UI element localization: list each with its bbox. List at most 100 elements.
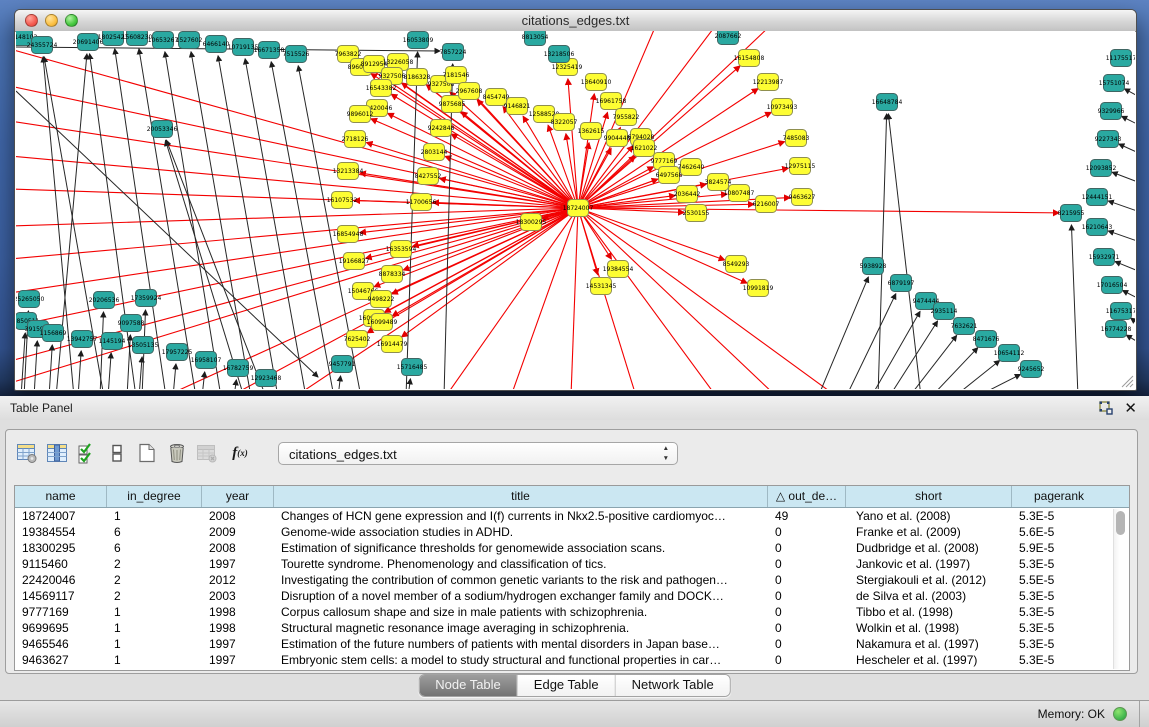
table-row[interactable]: 969969511998Structural magnetic resonanc… xyxy=(15,620,1129,636)
graph-node[interactable]: 8322057 xyxy=(551,114,578,131)
graph-node[interactable]: 16648784 xyxy=(872,94,903,111)
graph-node[interactable]: 9146821 xyxy=(504,98,531,115)
tab-network-table[interactable]: Network Table xyxy=(616,675,730,696)
graph-node[interactable]: 12213987 xyxy=(753,74,784,91)
graph-node[interactable]: 8813054 xyxy=(522,31,549,46)
close-panel-icon[interactable]: ✕ xyxy=(1124,397,1137,421)
graph-node[interactable]: 15716485 xyxy=(397,359,428,376)
graph-node[interactable]: 2036442 xyxy=(674,186,701,203)
graph-node[interactable]: 16210643 xyxy=(1082,219,1113,236)
minimize-window-button[interactable] xyxy=(45,14,58,27)
graph-node[interactable]: 2718126 xyxy=(342,131,369,148)
graph-node[interactable]: 15932971 xyxy=(1089,249,1120,266)
graph-node[interactable]: 1145194 xyxy=(99,333,126,350)
function-builder-button[interactable]: f(x) xyxy=(226,441,254,465)
column-header-title[interactable]: title xyxy=(274,486,768,507)
graph-node[interactable]: 10654112 xyxy=(994,345,1025,362)
graph-node[interactable]: 1156869 xyxy=(40,325,67,342)
graph-node[interactable]: 10991819 xyxy=(743,280,774,297)
window-resize-grip[interactable] xyxy=(1122,376,1133,387)
table-row[interactable]: 946554611997Estimation of the future num… xyxy=(15,636,1129,652)
table-settings-button[interactable] xyxy=(16,441,38,465)
graph-node[interactable]: 9498222 xyxy=(368,291,395,308)
table-row[interactable]: 1872400712008Changes of HCN gene express… xyxy=(15,508,1129,524)
graph-node[interactable]: 7515526 xyxy=(283,46,310,63)
graph-node[interactable]: 7485083 xyxy=(783,130,810,147)
graph-node[interactable]: 12093852 xyxy=(1086,160,1117,177)
graph-node[interactable]: 16107532 xyxy=(327,192,358,209)
graph-node[interactable]: 20053346 xyxy=(147,121,178,138)
graph-node[interactable]: 9457791 xyxy=(329,356,356,373)
graph-node[interactable]: 1621022 xyxy=(631,140,658,157)
graph-node[interactable]: 8186328 xyxy=(404,69,431,86)
close-window-button[interactable] xyxy=(25,14,38,27)
zoom-window-button[interactable] xyxy=(65,14,78,27)
graph-node[interactable]: 8215955 xyxy=(1058,205,1085,222)
rows-button[interactable] xyxy=(106,441,128,465)
tab-node-table[interactable]: Node Table xyxy=(419,675,518,696)
graph-node[interactable]: 9242848 xyxy=(428,120,455,137)
memory-status-indicator-icon[interactable] xyxy=(1113,707,1127,721)
graph-node[interactable]: 12444151 xyxy=(1082,189,1113,206)
graph-node[interactable]: 16671358 xyxy=(254,42,285,59)
graph-node[interactable]: 13213384 xyxy=(333,163,364,180)
new-document-button[interactable] xyxy=(136,441,158,465)
table-row[interactable]: 2242004622012Investigating the contribut… xyxy=(15,572,1129,588)
network-view[interactable]: 1872400718300295796382289601288912954132… xyxy=(16,31,1135,389)
graph-node[interactable]: 9463627 xyxy=(789,189,816,206)
graph-node[interactable]: 8471676 xyxy=(973,331,1000,348)
table-selector-combobox[interactable]: citations_edges.txt ▲▼ xyxy=(278,442,678,465)
delete-rows-trash-button[interactable] xyxy=(166,441,188,465)
column-header-name[interactable]: name xyxy=(15,486,107,507)
graph-node[interactable]: 7955822 xyxy=(613,109,640,126)
graph-node[interactable]: 20206536 xyxy=(89,292,120,309)
graph-node[interactable]: 2087662 xyxy=(715,31,742,45)
graph-node[interactable]: 19384554 xyxy=(603,261,634,278)
graph-node[interactable]: 12975115 xyxy=(785,158,816,175)
citation-network-graph[interactable]: 1872400718300295796382289601288912954132… xyxy=(16,31,1135,389)
graph-node[interactable]: 11700656 xyxy=(406,194,437,211)
graph-node[interactable]: 7857224 xyxy=(440,44,467,61)
column-header-out_de[interactable]: △ out_de… xyxy=(768,486,846,507)
table-row[interactable]: 1938455462009Genome-wide association stu… xyxy=(15,524,1129,540)
graph-node[interactable]: 10973493 xyxy=(767,99,798,116)
graph-node[interactable]: 1362615 xyxy=(578,123,605,140)
scrollbar-thumb[interactable] xyxy=(1116,511,1125,535)
graph-node[interactable]: 2935114 xyxy=(931,303,958,320)
column-header-year[interactable]: year xyxy=(202,486,274,507)
graph-node[interactable]: 19166827 xyxy=(339,253,370,270)
graph-node[interactable]: 16958107 xyxy=(191,352,222,369)
graph-node[interactable]: 9097588 xyxy=(118,315,145,332)
column-header-pagerank[interactable]: pagerank xyxy=(1012,486,1106,507)
graph-node[interactable]: 10807487 xyxy=(724,185,755,202)
table-row[interactable]: 977716911998Corpus callosum shape and si… xyxy=(15,604,1129,620)
column-select-button[interactable] xyxy=(46,441,68,465)
graph-node[interactable]: 8427552 xyxy=(415,168,442,185)
graph-node[interactable]: 24355724 xyxy=(27,37,58,54)
graph-node[interactable]: 2967608 xyxy=(456,83,483,100)
graph-node[interactable]: 9227343 xyxy=(1095,131,1122,148)
graph-node[interactable]: 16782759 xyxy=(223,360,254,377)
graph-node[interactable]: 9904448 xyxy=(604,130,631,147)
graph-node[interactable]: 16961758 xyxy=(596,93,627,110)
graph-node[interactable]: 16154808 xyxy=(734,50,765,67)
graph-node[interactable]: 9329966 xyxy=(1098,103,1125,120)
graph-node[interactable]: 7625402 xyxy=(344,331,371,348)
float-panel-icon[interactable] xyxy=(1099,401,1113,415)
graph-node[interactable]: 11675317 xyxy=(1106,303,1135,320)
tab-edge-table[interactable]: Edge Table xyxy=(518,675,616,696)
table-row[interactable]: 1456911722003Disruption of a novel membe… xyxy=(15,588,1129,604)
graph-node[interactable]: 14531345 xyxy=(586,278,617,295)
graph-node[interactable]: 9896012 xyxy=(347,106,374,123)
graph-node[interactable]: 2803144 xyxy=(421,144,448,161)
table-row[interactable]: 911546021997Tourette syndrome. Phenomeno… xyxy=(15,556,1129,572)
graph-node[interactable]: 11175517 xyxy=(1106,50,1135,67)
graph-node[interactable]: 16053809 xyxy=(403,32,434,49)
column-header-short[interactable]: short xyxy=(846,486,1012,507)
column-header-in_degree[interactable]: in_degree xyxy=(107,486,202,507)
graph-node[interactable]: 7462640 xyxy=(678,159,705,176)
graph-node[interactable]: 16914479 xyxy=(377,336,408,353)
graph-node[interactable]: 10653267 xyxy=(148,32,179,49)
graph-node[interactable]: 12923468 xyxy=(251,370,282,387)
graph-node[interactable]: 6216007 xyxy=(753,196,780,213)
